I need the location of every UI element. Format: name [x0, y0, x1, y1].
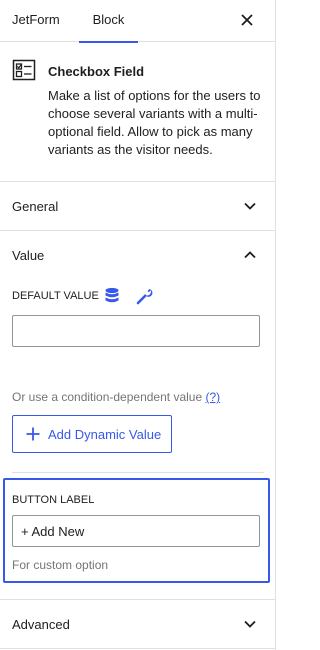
block-title: Checkbox Field [48, 64, 145, 79]
default-value-input[interactable] [12, 315, 260, 347]
condition-help-link[interactable]: (?) [205, 390, 220, 404]
close-icon[interactable] [236, 9, 258, 31]
tab-block[interactable]: Block [79, 0, 138, 43]
sidebar-tabs: JetForm Block [0, 0, 276, 43]
divider [12, 472, 264, 473]
condition-text: Or use a condition-dependent value [12, 390, 203, 404]
panel-general-title: General [12, 199, 59, 214]
panel-advanced-toggle[interactable]: Advanced [0, 600, 276, 648]
panel-value-title: Value [12, 248, 45, 263]
button-label-help: For custom option [12, 558, 109, 572]
wrench-icon[interactable] [134, 286, 154, 306]
block-description: Make a list of options for the users to … [48, 88, 261, 157]
add-dynamic-value-label: Add Dynamic Value [48, 427, 162, 442]
panel-value-toggle[interactable]: Value [0, 231, 276, 279]
database-icon[interactable] [102, 286, 122, 306]
divider [0, 648, 276, 649]
plus-icon [25, 426, 41, 442]
checkbox-block-icon [12, 58, 36, 82]
panel-general-toggle[interactable]: General [0, 182, 276, 230]
chevron-down-icon [242, 198, 258, 214]
block-card: Checkbox Field Make a list of options fo… [0, 42, 276, 182]
button-label-title: BUTTON LABEL [12, 494, 95, 506]
tab-jetform[interactable]: JetForm [12, 0, 60, 42]
panel-advanced-title: Advanced [12, 617, 70, 632]
condition-help: Or use a condition-dependent value (?) [12, 390, 220, 404]
block-settings-sidebar: JetForm Block Checkbox Field Make a list… [0, 0, 276, 650]
default-value-label: DEFAULT VALUE [12, 290, 99, 302]
chevron-down-icon [242, 616, 258, 632]
add-dynamic-value-button[interactable]: Add Dynamic Value [12, 415, 172, 453]
button-label-input[interactable] [12, 515, 260, 547]
chevron-up-icon [242, 247, 258, 263]
